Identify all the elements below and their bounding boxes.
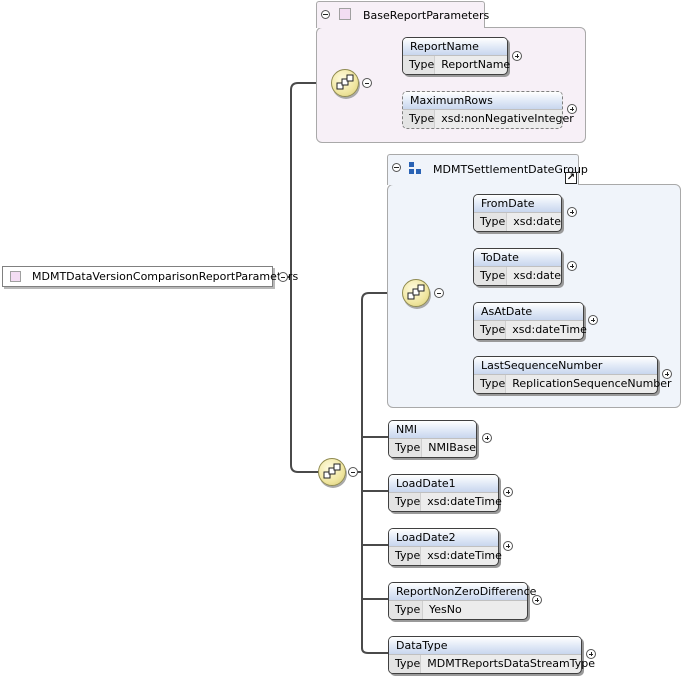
type-key: Type (474, 267, 508, 285)
element-name: DataType (389, 637, 581, 655)
element-report-non-zero-difference[interactable]: ReportNonZeroDifference Type YesNo (388, 582, 536, 620)
element-name: ReportNonZeroDifference (389, 583, 536, 601)
collapse-sequence-icon[interactable] (348, 467, 358, 477)
type-key: Type (474, 375, 507, 393)
element-type: YesNo (429, 603, 462, 616)
element-name: NMI (389, 421, 476, 439)
sequence-compositor-icon[interactable] (331, 69, 359, 97)
element-name: MaximumRows (403, 92, 562, 110)
type-key: Type (403, 110, 436, 128)
element-type: MDMTReportsDataStreamType (427, 657, 595, 670)
expand-icon[interactable] (482, 433, 492, 443)
expand-icon[interactable] (503, 541, 513, 551)
element-load-date-2[interactable]: LoadDate2 Type xsd:dateTime (388, 528, 502, 566)
element-report-name[interactable]: ReportName Type ReportName (402, 37, 511, 75)
type-key: Type (389, 655, 422, 673)
element-type: xsd:date (513, 269, 561, 282)
element-name: ReportName (403, 38, 507, 56)
expand-icon[interactable] (567, 104, 577, 114)
base-group-label: BaseReportParameters (363, 9, 490, 22)
element-maximum-rows[interactable]: MaximumRows Type xsd:nonNegativeInteger (402, 91, 574, 129)
type-key: Type (474, 213, 508, 231)
root-element[interactable]: MDMTDataVersionComparisonReportParameter… (2, 266, 298, 287)
element-type: ReportName (441, 58, 511, 71)
collapse-root-icon[interactable] (278, 272, 288, 282)
element-name: LoadDate1 (389, 475, 498, 493)
element-name: LoadDate2 (389, 529, 498, 547)
root-element-label: MDMTDataVersionComparisonReportParameter… (32, 270, 299, 283)
element-type: NMIBase (428, 441, 476, 454)
element-name: LastSequenceNumber (474, 357, 657, 375)
base-group-tab[interactable]: BaseReportParameters (316, 1, 489, 28)
type-key: Type (389, 439, 423, 457)
type-key: Type (403, 56, 436, 74)
sequence-compositor-icon[interactable] (318, 458, 346, 486)
expand-icon[interactable] (532, 595, 542, 605)
expand-icon[interactable] (567, 207, 577, 217)
element-name: FromDate (474, 195, 561, 213)
attribute-group-icon (339, 8, 351, 20)
expand-icon[interactable] (586, 649, 596, 659)
collapse-sequence-icon[interactable] (362, 78, 372, 88)
element-name: ToDate (474, 249, 561, 267)
expand-icon[interactable] (567, 261, 577, 271)
element-type: xsd:dateTime (427, 495, 502, 508)
element-nmi[interactable]: NMI Type NMIBase (388, 420, 477, 458)
element-type: ReplicationSequenceNumber (512, 377, 672, 390)
reference-arrow-icon[interactable]: ↗ (565, 172, 577, 184)
expand-icon[interactable] (662, 369, 672, 379)
element-to-date[interactable]: ToDate Type xsd:date (473, 248, 562, 286)
collapse-group-icon[interactable] (321, 10, 330, 19)
collapse-group-icon[interactable] (392, 163, 401, 172)
expand-icon[interactable] (588, 315, 598, 325)
collapse-sequence-icon[interactable] (434, 288, 444, 298)
expand-icon[interactable] (503, 487, 513, 497)
element-data-type[interactable]: DataType Type MDMTReportsDataStreamType (388, 636, 595, 674)
element-type: xsd:dateTime (512, 323, 587, 336)
element-last-sequence-number[interactable]: LastSequenceNumber Type ReplicationSequen… (473, 356, 672, 394)
element-load-date-1[interactable]: LoadDate1 Type xsd:dateTime (388, 474, 502, 512)
element-from-date[interactable]: FromDate Type xsd:date (473, 194, 562, 232)
expand-icon[interactable] (512, 51, 522, 61)
element-type: xsd:date (513, 215, 561, 228)
element-icon (10, 271, 21, 282)
element-type: xsd:nonNegativeInteger (441, 112, 574, 125)
model-group-icon (409, 162, 425, 176)
type-key: Type (389, 601, 423, 619)
element-as-at-date[interactable]: AsAtDate Type xsd:dateTime (473, 302, 587, 340)
type-key: Type (389, 493, 422, 511)
element-name: AsAtDate (474, 303, 583, 321)
sequence-compositor-icon[interactable] (402, 279, 430, 307)
mdmt-group-tab[interactable]: MDMTSettlementDateGroup ↗ (387, 154, 588, 185)
element-type: xsd:dateTime (427, 549, 502, 562)
type-key: Type (389, 547, 422, 565)
type-key: Type (474, 321, 507, 339)
